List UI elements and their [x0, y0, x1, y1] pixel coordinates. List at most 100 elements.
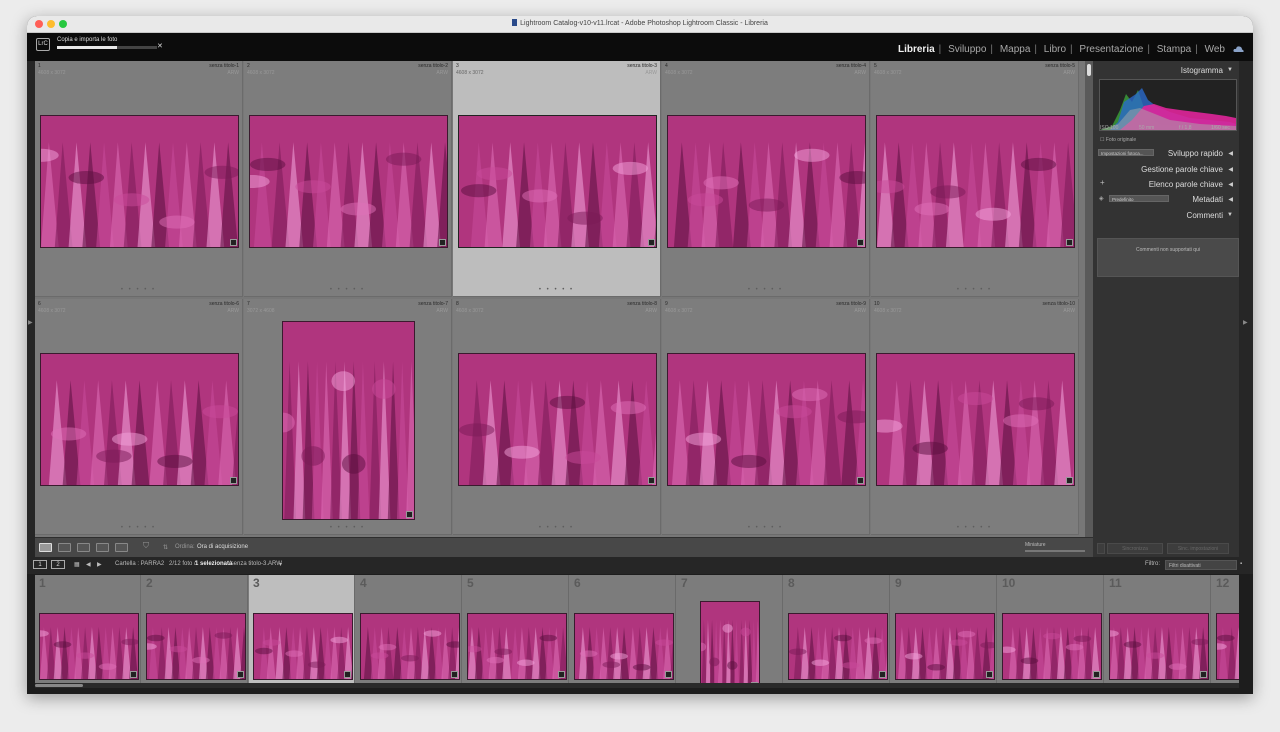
filmstrip-cell[interactable]: 8 — [784, 575, 890, 683]
rating-dots[interactable]: • • • • • — [35, 525, 242, 531]
sync-metadata-button[interactable]: Sincronizza — [1107, 543, 1163, 554]
module-libreria[interactable]: Libreria — [898, 44, 935, 55]
sync-toggle[interactable] — [1097, 543, 1105, 554]
keyword-list-panel-header[interactable]: Elenco parole chiave ◀ — [1093, 177, 1239, 192]
rating-dots[interactable]: • • • • • — [244, 287, 451, 293]
grid-scrollbar[interactable] — [1085, 61, 1093, 537]
filmstrip-cell[interactable]: 5 — [463, 575, 569, 683]
rating-dots[interactable]: • • • • • — [871, 525, 1078, 531]
left-panel-collapsed[interactable]: ▶ — [27, 61, 35, 557]
photo-thumbnail[interactable] — [40, 115, 239, 248]
filmstrip-cell[interactable]: 10 — [998, 575, 1104, 683]
filmstrip-thumbnail[interactable] — [574, 613, 674, 680]
photo-thumbnail[interactable] — [40, 353, 239, 486]
photo-pattern — [701, 619, 759, 683]
filmstrip-thumbnail[interactable] — [788, 613, 888, 680]
grid-cell[interactable]: 2 4608 x 3072 senza titolo-2 ARW • • • • • — [244, 61, 452, 297]
thumbnail-size-slider[interactable] — [1025, 550, 1085, 552]
edit-badge-icon — [130, 671, 137, 678]
rating-dots[interactable]: • • • • • — [662, 287, 869, 293]
grid-scrollbar-thumb[interactable] — [1087, 64, 1091, 76]
grid-cell[interactable]: 4 4608 x 3072 senza titolo-4 ARW • • • • • — [662, 61, 870, 297]
sync-settings-button[interactable]: Sinc. impostazioni — [1167, 543, 1229, 554]
filmstrip-cell[interactable]: 1 — [35, 575, 141, 683]
filmstrip-cell[interactable]: 2 — [142, 575, 248, 683]
grid-cell[interactable]: 10 4608 x 3072 senza titolo-10 ARW • • • • • — [871, 299, 1079, 535]
comments-panel-header[interactable]: Commenti ▼ — [1093, 208, 1239, 223]
module-mappa[interactable]: Mappa — [1000, 44, 1031, 55]
grid-view-button[interactable] — [39, 543, 52, 552]
chevron-down-icon[interactable]: ▾ — [279, 561, 282, 568]
loupe-view-button[interactable] — [58, 543, 71, 552]
filmstrip-thumbnail[interactable] — [1002, 613, 1102, 680]
filmstrip-cell[interactable]: 11 — [1105, 575, 1211, 683]
photo-thumbnail[interactable] — [876, 115, 1075, 248]
photo-thumbnail[interactable] — [667, 115, 866, 248]
main-screen-button[interactable]: 1 — [33, 560, 47, 569]
grid-shortcut-icon[interactable]: ▦ — [74, 561, 80, 568]
people-view-button[interactable] — [115, 543, 128, 552]
rating-dots[interactable]: • • • • • — [453, 287, 660, 293]
quick-develop-panel-header[interactable]: Sviluppo rapido ◀ — [1093, 146, 1239, 161]
rating-dots[interactable]: • • • • • — [244, 525, 451, 531]
compare-view-button[interactable] — [77, 543, 90, 552]
filmstrip-thumbnail[interactable] — [253, 613, 353, 680]
filmstrip-thumbnail[interactable] — [467, 613, 567, 680]
photo-thumbnail[interactable] — [458, 353, 657, 486]
sort-direction-icon[interactable]: ⇅ — [163, 544, 168, 551]
filmstrip-thumbnail[interactable] — [700, 601, 760, 683]
photo-thumbnail[interactable] — [876, 353, 1075, 486]
photo-pattern — [147, 627, 245, 679]
filmstrip-thumbnail[interactable] — [895, 613, 995, 680]
rating-dots[interactable]: • • • • • — [662, 525, 869, 531]
filmstrip-cell[interactable]: 4 — [356, 575, 462, 683]
grid-cell[interactable]: 5 4608 x 3072 senza titolo-5 ARW • • • • • — [871, 61, 1079, 297]
rating-dots[interactable]: • • • • • — [871, 287, 1078, 293]
filmstrip-cell[interactable]: 12 — [1212, 575, 1239, 683]
module-libro[interactable]: Libro — [1044, 44, 1066, 55]
filter-lock-icon[interactable]: ▪ — [1240, 561, 1242, 567]
photo-thumbnail[interactable] — [458, 115, 657, 248]
grid-cell[interactable]: 3 4608 x 3072 senza titolo-3 ARW • • • • • — [453, 61, 661, 297]
histogram-panel-header[interactable]: Istogramma ▼ — [1093, 63, 1239, 78]
original-photo-checkbox[interactable]: ☐ Foto originale — [1100, 137, 1136, 143]
filmstrip-thumbnail[interactable] — [39, 613, 139, 680]
filmstrip-thumbnail[interactable] — [1109, 613, 1209, 680]
collapse-right-panel-icon[interactable]: ▶ — [1243, 319, 1248, 326]
metadata-panel-header[interactable]: Metadati ◀ — [1093, 192, 1239, 207]
photo-thumbnail[interactable] — [667, 353, 866, 486]
cancel-import-icon[interactable]: ✕ — [157, 42, 163, 50]
module-presentazione[interactable]: Presentazione — [1079, 44, 1143, 55]
filmstrip-scrollbar-thumb[interactable] — [35, 684, 83, 687]
sort-select[interactable]: Ora di acquisizione — [197, 544, 248, 550]
forward-arrow-icon[interactable]: ▶ — [97, 561, 102, 568]
filmstrip-cell[interactable]: 7 — [677, 575, 783, 683]
filmstrip-cell[interactable]: 6 — [570, 575, 676, 683]
filmstrip-cell[interactable]: 3 — [249, 575, 355, 683]
grid-cell[interactable]: 6 4608 x 3072 senza titolo-6 ARW • • • • • — [35, 299, 243, 535]
filmstrip-thumbnail[interactable] — [360, 613, 460, 680]
grid-cell[interactable]: 7 3072 x 4608 senza titolo-7 ARW • • • • • — [244, 299, 452, 535]
module-web[interactable]: Web — [1205, 44, 1225, 55]
cloud-sync-icon[interactable] — [1233, 45, 1244, 53]
expand-left-panel-icon[interactable]: ▶ — [28, 319, 33, 326]
keywording-panel-header[interactable]: Gestione parole chiave ◀ — [1093, 162, 1239, 177]
photo-thumbnail[interactable] — [249, 115, 448, 248]
grid-cell[interactable]: 9 4608 x 3072 senza titolo-9 ARW • • • • • — [662, 299, 870, 535]
secondary-screen-button[interactable]: 2 — [51, 560, 65, 569]
filmstrip-thumbnail[interactable] — [146, 613, 246, 680]
back-arrow-icon[interactable]: ◀ — [86, 561, 91, 568]
filmstrip-thumbnail[interactable] — [1216, 613, 1239, 680]
module-stampa[interactable]: Stampa — [1157, 44, 1191, 55]
filmstrip-cell[interactable]: 9 — [891, 575, 997, 683]
module-sviluppo[interactable]: Sviluppo — [948, 44, 986, 55]
survey-view-button[interactable] — [96, 543, 109, 552]
grid-cell[interactable]: 1 4608 x 3072 senza titolo-1 ARW • • • • • — [35, 61, 243, 297]
photo-thumbnail[interactable] — [282, 321, 415, 520]
rating-dots[interactable]: • • • • • — [453, 525, 660, 531]
spray-can-icon[interactable]: ⛉ — [143, 541, 149, 551]
grid-cell[interactable]: 8 4608 x 3072 senza titolo-8 ARW • • • • • — [453, 299, 661, 535]
source-path[interactable]: Cartella : PARRA2 — [115, 561, 164, 567]
rating-dots[interactable]: • • • • • — [35, 287, 242, 293]
filter-select[interactable]: Filtri disattivati — [1165, 560, 1237, 570]
